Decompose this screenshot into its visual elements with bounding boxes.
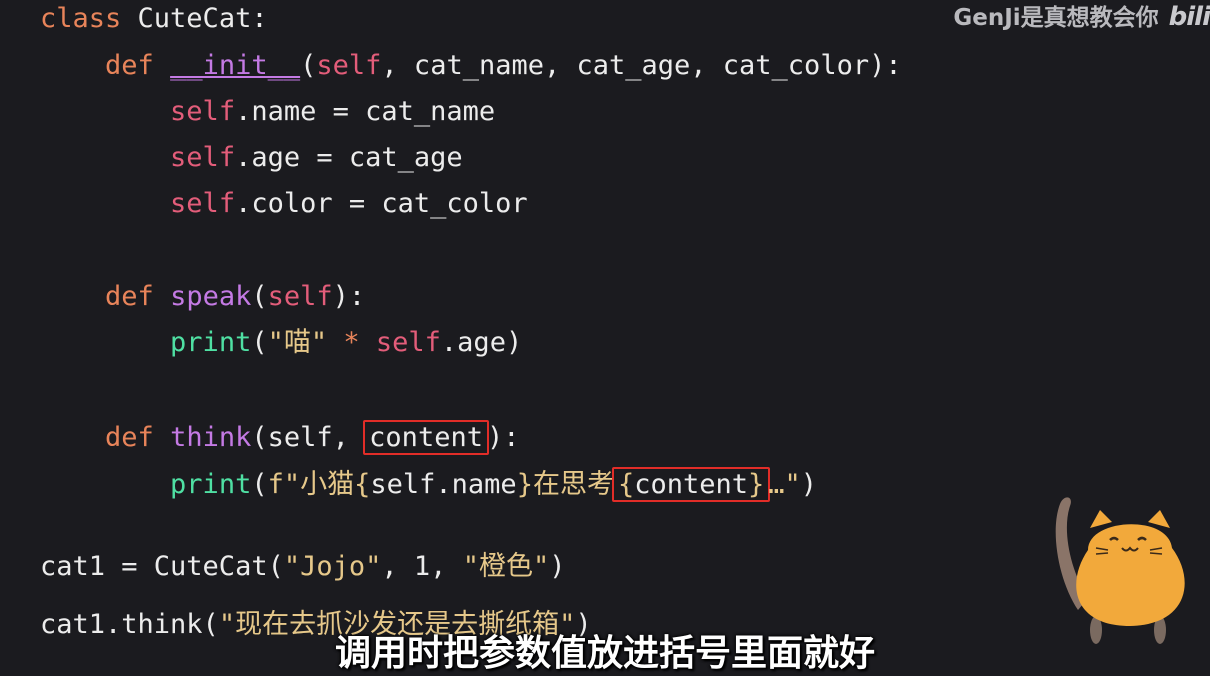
method-name-think: think — [170, 422, 252, 453]
code-line-3: self.name = cat_name — [170, 96, 496, 127]
number-literal: 1 — [413, 551, 431, 582]
self-token: self — [170, 188, 236, 219]
string-literal: "Jojo" — [283, 551, 382, 582]
code-line-8: def think(self, content): — [105, 420, 520, 455]
keyword-def: def — [105, 281, 154, 312]
code-line-2: def __init__(self, cat_name, cat_age, ca… — [105, 50, 902, 81]
operator: * — [327, 327, 376, 358]
code-line-7: print("喵" * self.age) — [170, 327, 523, 358]
code-line-9: print(f"小猫{self.name}在思考 {content} …") — [170, 467, 818, 502]
code-line-4: self.age = cat_age — [170, 142, 463, 173]
self-token: self — [267, 281, 333, 312]
keyword-class: class — [40, 3, 122, 34]
self-token: self — [375, 327, 441, 358]
self-token: self — [267, 422, 333, 453]
keyword-def: def — [105, 50, 154, 81]
self-token: self — [170, 96, 236, 127]
fstring-part: 在思考 — [532, 469, 614, 500]
code-line-5: self.color = cat_color — [170, 188, 528, 219]
builtin-print: print — [170, 327, 252, 358]
fstring-expr: self.name — [370, 469, 517, 500]
self-token: self — [170, 142, 236, 173]
class-name: CuteCat: — [121, 3, 268, 34]
watermark-text: GenJi是真想教会你 — [953, 5, 1159, 31]
fstring-part: f"小猫 — [267, 469, 355, 500]
highlighted-arg-content: content — [634, 469, 749, 500]
method-name-init: __init__ — [170, 50, 301, 81]
string-literal: "喵" — [267, 327, 328, 358]
self-token: self — [316, 50, 382, 81]
string-literal: "橙色" — [462, 551, 550, 582]
highlighted-param-content: content — [363, 420, 489, 455]
bilibili-logo-icon: bili — [1168, 2, 1210, 32]
code-line-10: cat1 = CuteCat("Jojo", 1, "橙色") — [40, 551, 566, 582]
fstring-part: …" — [768, 469, 801, 500]
builtin-print: print — [170, 469, 252, 500]
code-line-1: class CuteCat: — [40, 2, 268, 36]
channel-watermark: GenJi是真想教会你 bili — [953, 0, 1210, 32]
code-line-6: def speak(self): — [105, 281, 366, 312]
video-subtitle: 调用时把参数值放进括号里面就好 — [334, 633, 875, 674]
param-list: , cat_name, cat_age, cat_color): — [381, 50, 902, 81]
method-name-speak: speak — [170, 281, 252, 312]
keyword-def: def — [105, 422, 154, 453]
